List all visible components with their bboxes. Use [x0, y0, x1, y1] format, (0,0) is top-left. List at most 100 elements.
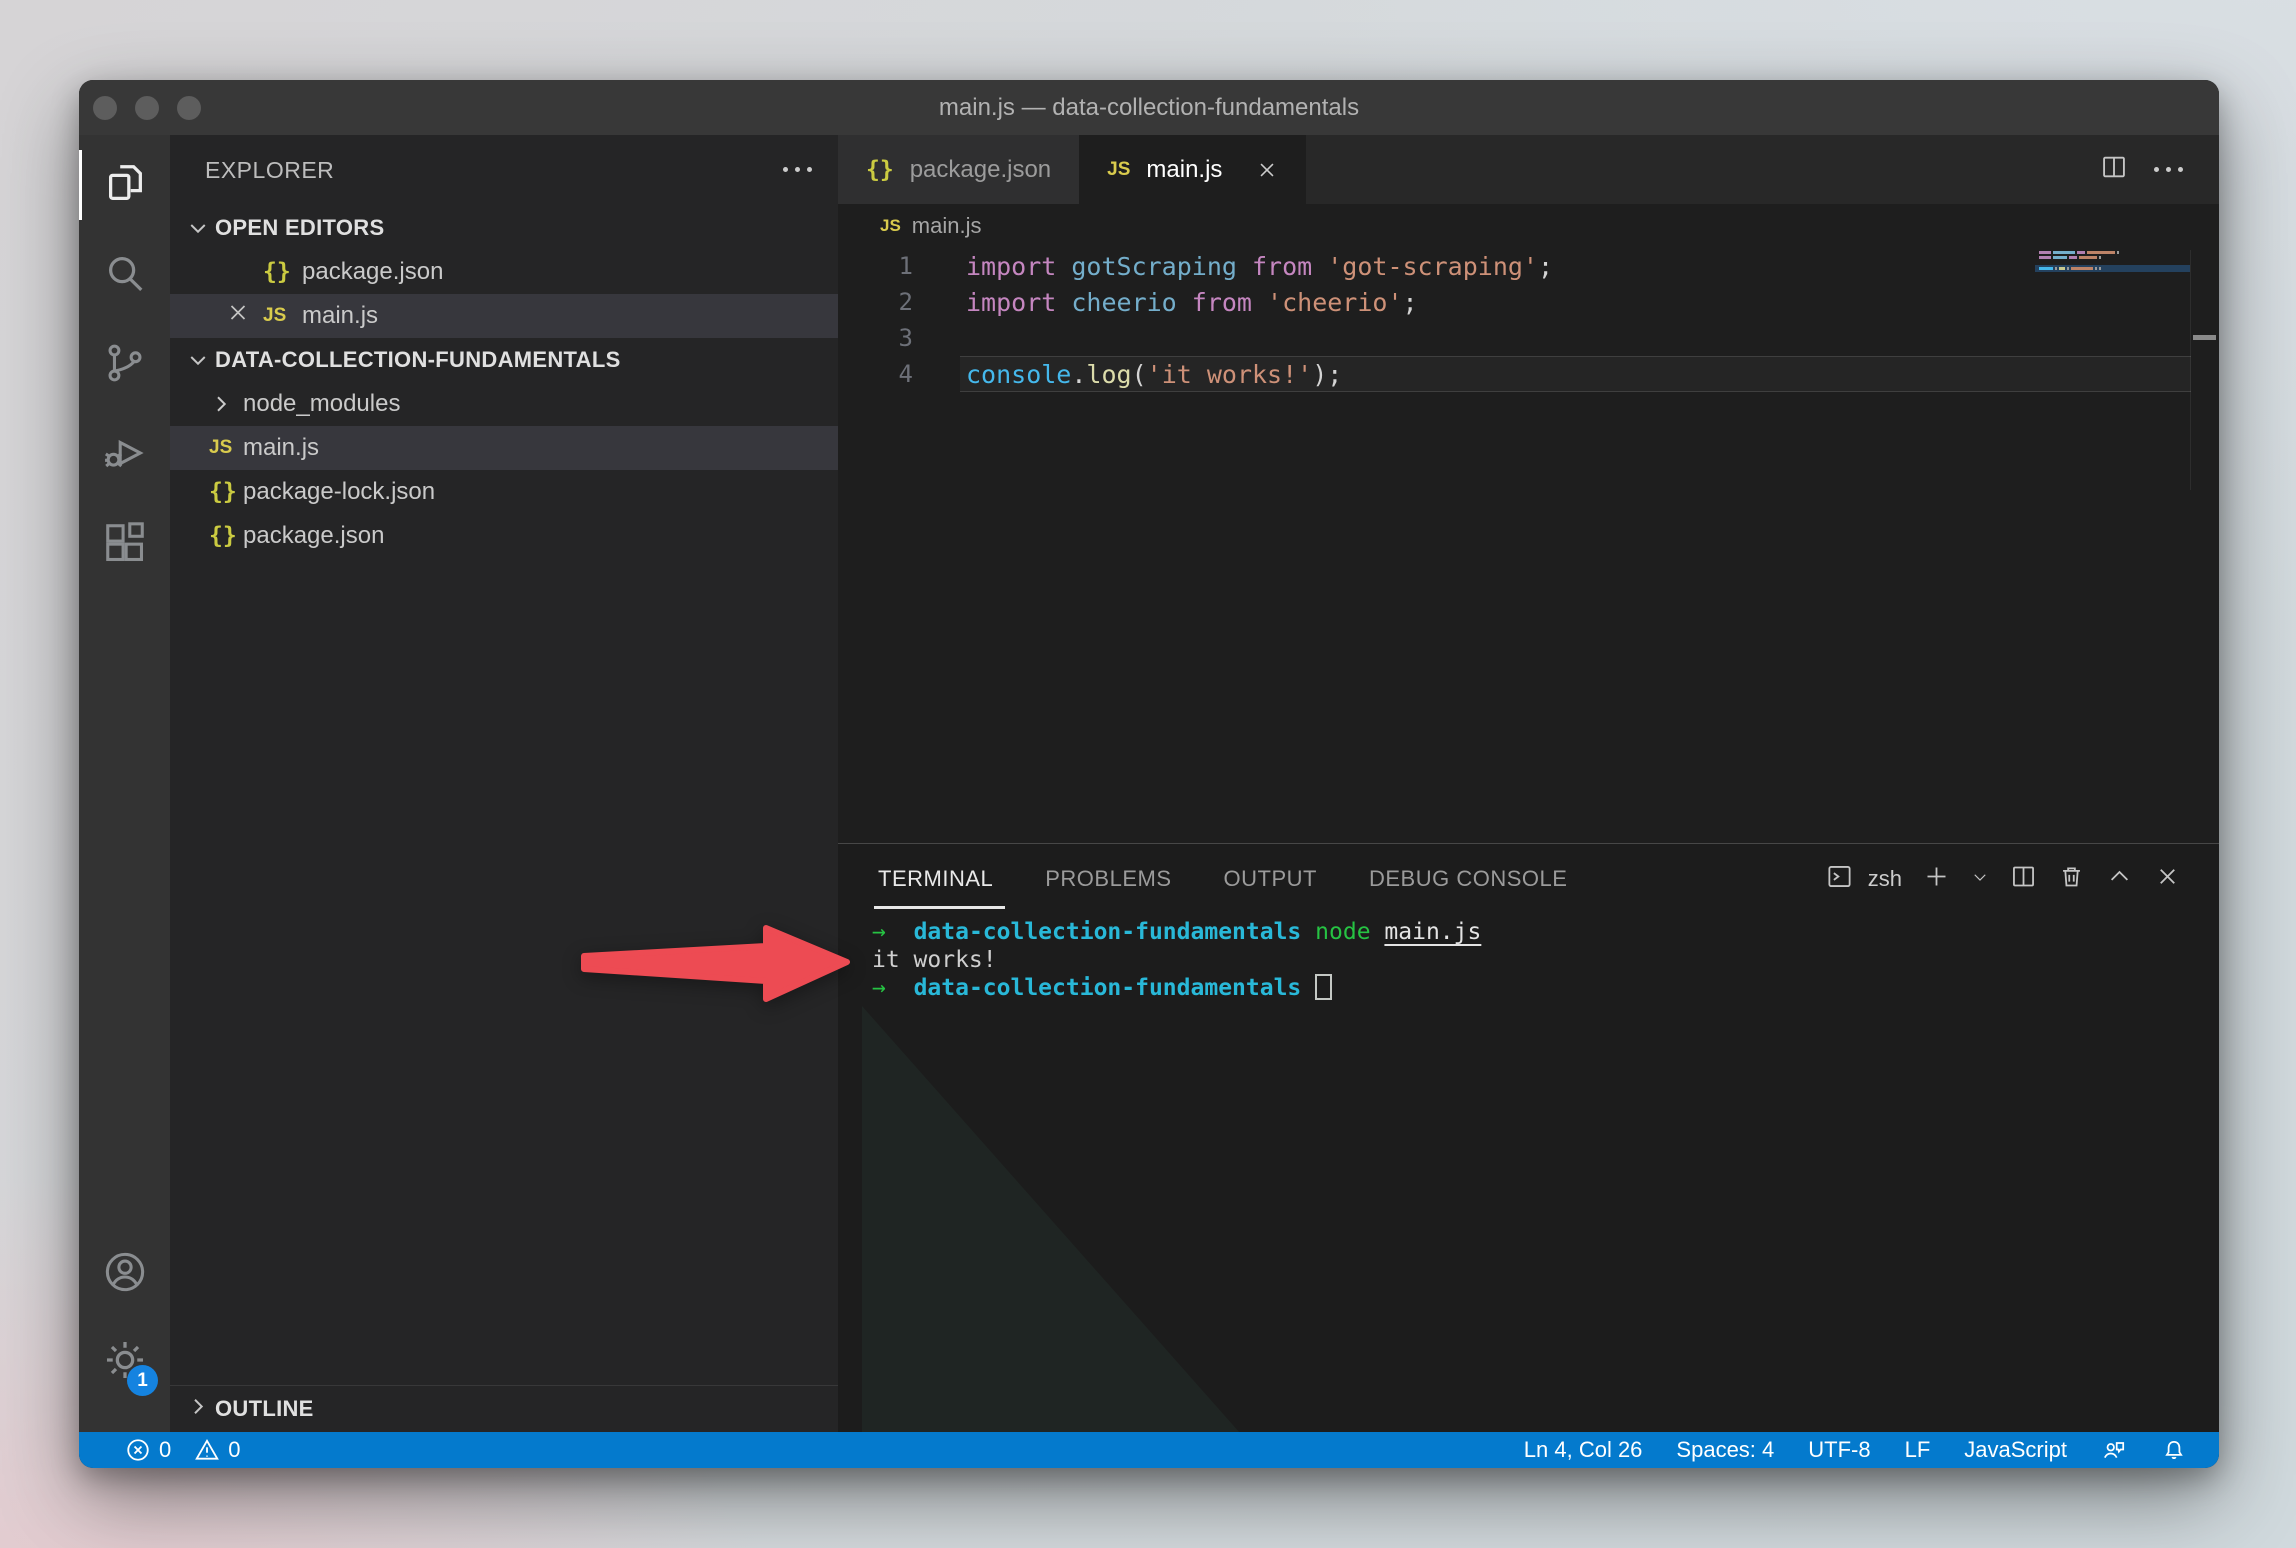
code-line-content: import cheerio from 'cheerio'; — [960, 284, 2191, 320]
settings-badge: 1 — [127, 1365, 158, 1396]
account-icon — [102, 1249, 148, 1300]
terminal-token: main.js — [1384, 919, 1481, 945]
tree-item-package-lock-json[interactable]: {}package-lock.json — [170, 470, 838, 514]
code-token: console — [966, 360, 1071, 389]
minimap-segment — [2079, 256, 2097, 259]
kill-terminal-trash-icon[interactable] — [2058, 863, 2085, 895]
terminal-token — [886, 919, 914, 945]
code-line-2[interactable]: 2 import cheerio from 'cheerio'; — [838, 284, 2219, 320]
terminal-output[interactable]: → data-collection-fundamentals node main… — [838, 914, 2219, 1002]
code-token: ) — [1312, 360, 1327, 389]
breadcrumb[interactable]: JS main.js — [838, 204, 2219, 248]
account-button[interactable] — [79, 1230, 170, 1318]
panel-tab-debug-console[interactable]: DEBUG CONSOLE — [1369, 844, 1567, 914]
code-line-4[interactable]: 4console.log('it works!'); — [838, 356, 2219, 392]
sidebar-item-search[interactable] — [79, 230, 170, 320]
code-token: ; — [1403, 288, 1418, 317]
chevron-down-icon — [186, 216, 210, 240]
minimap[interactable] — [2035, 250, 2191, 490]
panel-tab-problems[interactable]: PROBLEMS — [1045, 844, 1171, 914]
files-icon — [102, 160, 148, 211]
code-token: ; — [1327, 360, 1342, 389]
minimap-segment — [2069, 256, 2077, 259]
eol-status[interactable]: LF — [1905, 1437, 1931, 1463]
tree-item-node-modules[interactable]: node_modules — [170, 382, 838, 426]
json-file-icon: {} — [263, 259, 291, 285]
minimap-segment — [2087, 251, 2115, 254]
problems-status[interactable]: 0 — [125, 1437, 171, 1463]
editor-more-actions-icon[interactable] — [2154, 167, 2183, 172]
more-actions-icon[interactable] — [783, 167, 812, 172]
status-bar: 0 0 Ln 4, Col 26 Spaces: 4 UTF-8 LF JavaScri… — [79, 1432, 2219, 1468]
language-mode-status[interactable]: JavaScript — [1964, 1437, 2067, 1463]
terminal-token: → — [872, 975, 886, 1001]
code-token: 'it works!' — [1147, 360, 1313, 389]
minimap-segment — [2039, 256, 2051, 259]
new-terminal-icon[interactable] — [1923, 863, 1950, 895]
shell-label[interactable]: zsh — [1868, 866, 1902, 892]
code-line-1[interactable]: 1import gotScraping from 'got-scraping'; — [838, 248, 2219, 284]
section-header[interactable]: DATA-COLLECTION-FUNDAMENTALS — [170, 338, 838, 382]
terminal-line-1: → data-collection-fundamentals node main… — [872, 918, 2219, 946]
outline-section-header[interactable]: OUTLINE — [170, 1385, 838, 1432]
close-panel-icon[interactable] — [2154, 863, 2181, 895]
launch-profile-chevron-icon[interactable] — [1971, 868, 1989, 891]
panel-tab-terminal[interactable]: TERMINAL — [878, 844, 993, 914]
terminal-shell-icon — [1826, 863, 1853, 895]
minimap-segment — [2039, 251, 2051, 254]
split-terminal-icon[interactable] — [2010, 863, 2037, 895]
section-header[interactable]: OPEN EDITORS — [170, 206, 838, 250]
encoding-status[interactable]: UTF-8 — [1808, 1437, 1870, 1463]
chevron-right-icon — [209, 392, 233, 416]
close-tab-icon[interactable] — [1256, 159, 1278, 181]
editor-tabs: {}package.jsonJSmain.js — [838, 135, 2219, 204]
breadcrumb-file-label: main.js — [912, 213, 982, 239]
settings-button[interactable]: 1 — [79, 1318, 170, 1406]
close-editor-icon[interactable] — [226, 301, 250, 332]
minimap-segment — [2067, 267, 2069, 270]
js-file-icon: JS — [1107, 159, 1130, 181]
sidebar-item-extensions[interactable] — [79, 500, 170, 590]
terminal-panel: TERMINALPROBLEMSOUTPUTDEBUG CONSOLE zsh … — [838, 843, 2219, 1432]
code-token: cheerio — [1071, 288, 1191, 317]
bell-icon[interactable] — [2161, 1437, 2187, 1463]
code-token: . — [1071, 360, 1086, 389]
tree-item-main-js[interactable]: JSmain.js — [170, 294, 838, 338]
tab-main-js[interactable]: JSmain.js — [1079, 135, 1306, 204]
indentation-status[interactable]: Spaces: 4 — [1676, 1437, 1774, 1463]
json-file-icon: {} — [209, 523, 237, 549]
cursor-position-status[interactable]: Ln 4, Col 26 — [1524, 1437, 1643, 1463]
maximize-panel-chevron-up-icon[interactable] — [2106, 863, 2133, 895]
code-token: from — [1192, 288, 1267, 317]
extensions-icon — [102, 520, 148, 571]
tab-package-json[interactable]: {}package.json — [838, 135, 1079, 204]
sidebar-item-source-control[interactable] — [79, 320, 170, 410]
terminal-token — [886, 975, 914, 1001]
split-editor-icon[interactable] — [2100, 153, 2128, 186]
js-file-icon: JS — [209, 437, 232, 459]
minimap-segment — [2055, 267, 2057, 270]
warnings-status[interactable]: 0 — [194, 1437, 240, 1463]
code-token: from — [1252, 252, 1327, 281]
error-count: 0 — [159, 1437, 171, 1463]
line-number: 2 — [838, 284, 913, 320]
run-debug-icon — [102, 430, 148, 481]
panel-tab-output[interactable]: OUTPUT — [1224, 844, 1317, 914]
explorer-header: EXPLORER — [170, 135, 838, 206]
tree-item-package-json[interactable]: {}package.json — [170, 250, 838, 294]
code-editor[interactable]: 1import gotScraping from 'got-scraping';… — [838, 248, 2219, 843]
chevron-down-icon — [186, 348, 210, 372]
editor-group: {}package.jsonJSmain.js JS main.js 1impo… — [838, 135, 2219, 1432]
minimap-line — [2035, 265, 2190, 272]
sidebar-item-explorer[interactable] — [79, 140, 170, 230]
file-label: node_modules — [170, 390, 400, 418]
minimap-segment — [2095, 267, 2097, 270]
file-label: main.js — [170, 434, 319, 462]
tree-item-package-json[interactable]: {}package.json — [170, 514, 838, 558]
terminal-token — [1301, 975, 1315, 1001]
code-line-3[interactable]: 3 — [838, 320, 2219, 356]
sidebar-item-run-and-debug[interactable] — [79, 410, 170, 500]
line-number: 3 — [838, 320, 913, 356]
tree-item-main-js[interactable]: JSmain.js — [170, 426, 838, 470]
feedback-icon[interactable] — [2101, 1437, 2127, 1463]
